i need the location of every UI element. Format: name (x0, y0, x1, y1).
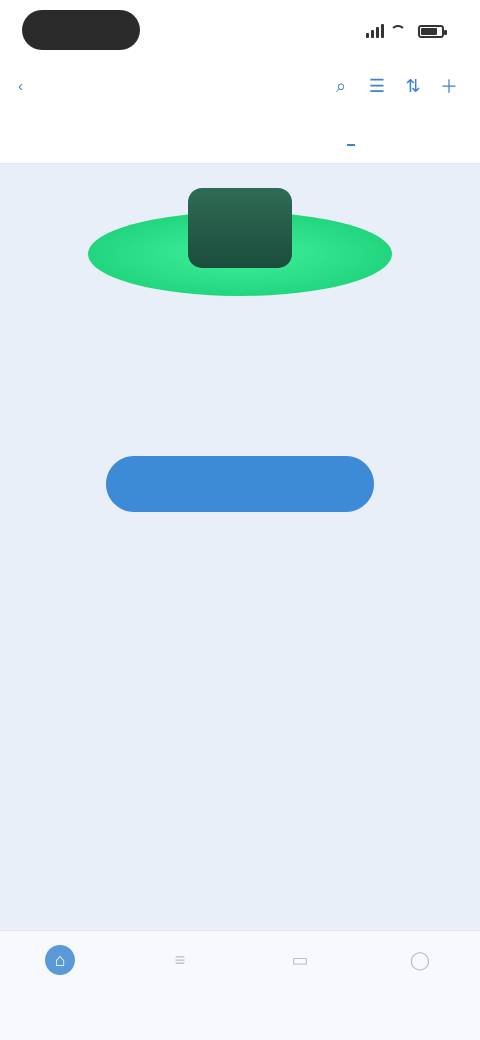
empty-state-illustration (80, 188, 400, 318)
wifi-icon (390, 25, 406, 37)
nav-item-home[interactable]: ⌂ (20, 945, 100, 1040)
app-header: ‹ ⌕ ☰ ⇅ ＋ (0, 60, 480, 112)
bottom-nav: ⌂ ≡ ▭ ◯ (0, 930, 480, 1040)
nav-item-profile[interactable]: ◯ (380, 945, 460, 1040)
sort-icon[interactable]: ⇅ (400, 73, 426, 99)
chevron-left-icon: ‹ (18, 77, 23, 95)
nav-item-list[interactable]: ≡ (140, 945, 220, 1040)
battery-icon (418, 24, 447, 38)
page-title (210, 74, 270, 98)
tab-1[interactable] (14, 124, 22, 152)
chat-icon: ▭ (291, 949, 309, 970)
primary-action-button[interactable] (106, 456, 374, 512)
status-icons (366, 22, 447, 40)
tab-bar (0, 112, 480, 164)
tab-4[interactable] (347, 124, 355, 152)
profile-icon: ◯ (409, 949, 431, 970)
illustration-box-icon (188, 188, 292, 268)
header-actions: ⌕ ☰ ⇅ ＋ (328, 72, 462, 100)
list-icon: ≡ (174, 949, 186, 970)
home-icon: ⌂ (45, 945, 75, 975)
back-button[interactable]: ‹ (18, 74, 29, 98)
tab-3[interactable] (236, 124, 244, 152)
nav-item-chat[interactable]: ▭ (260, 945, 340, 1040)
time-pill (22, 10, 140, 50)
search-icon[interactable]: ⌕ (328, 73, 354, 99)
filter-icon[interactable]: ☰ (364, 73, 390, 99)
tab-2[interactable] (125, 124, 133, 152)
add-icon[interactable]: ＋ (436, 73, 462, 99)
tab-5[interactable] (458, 124, 466, 152)
status-bar (0, 0, 480, 60)
signal-icon (366, 24, 384, 38)
